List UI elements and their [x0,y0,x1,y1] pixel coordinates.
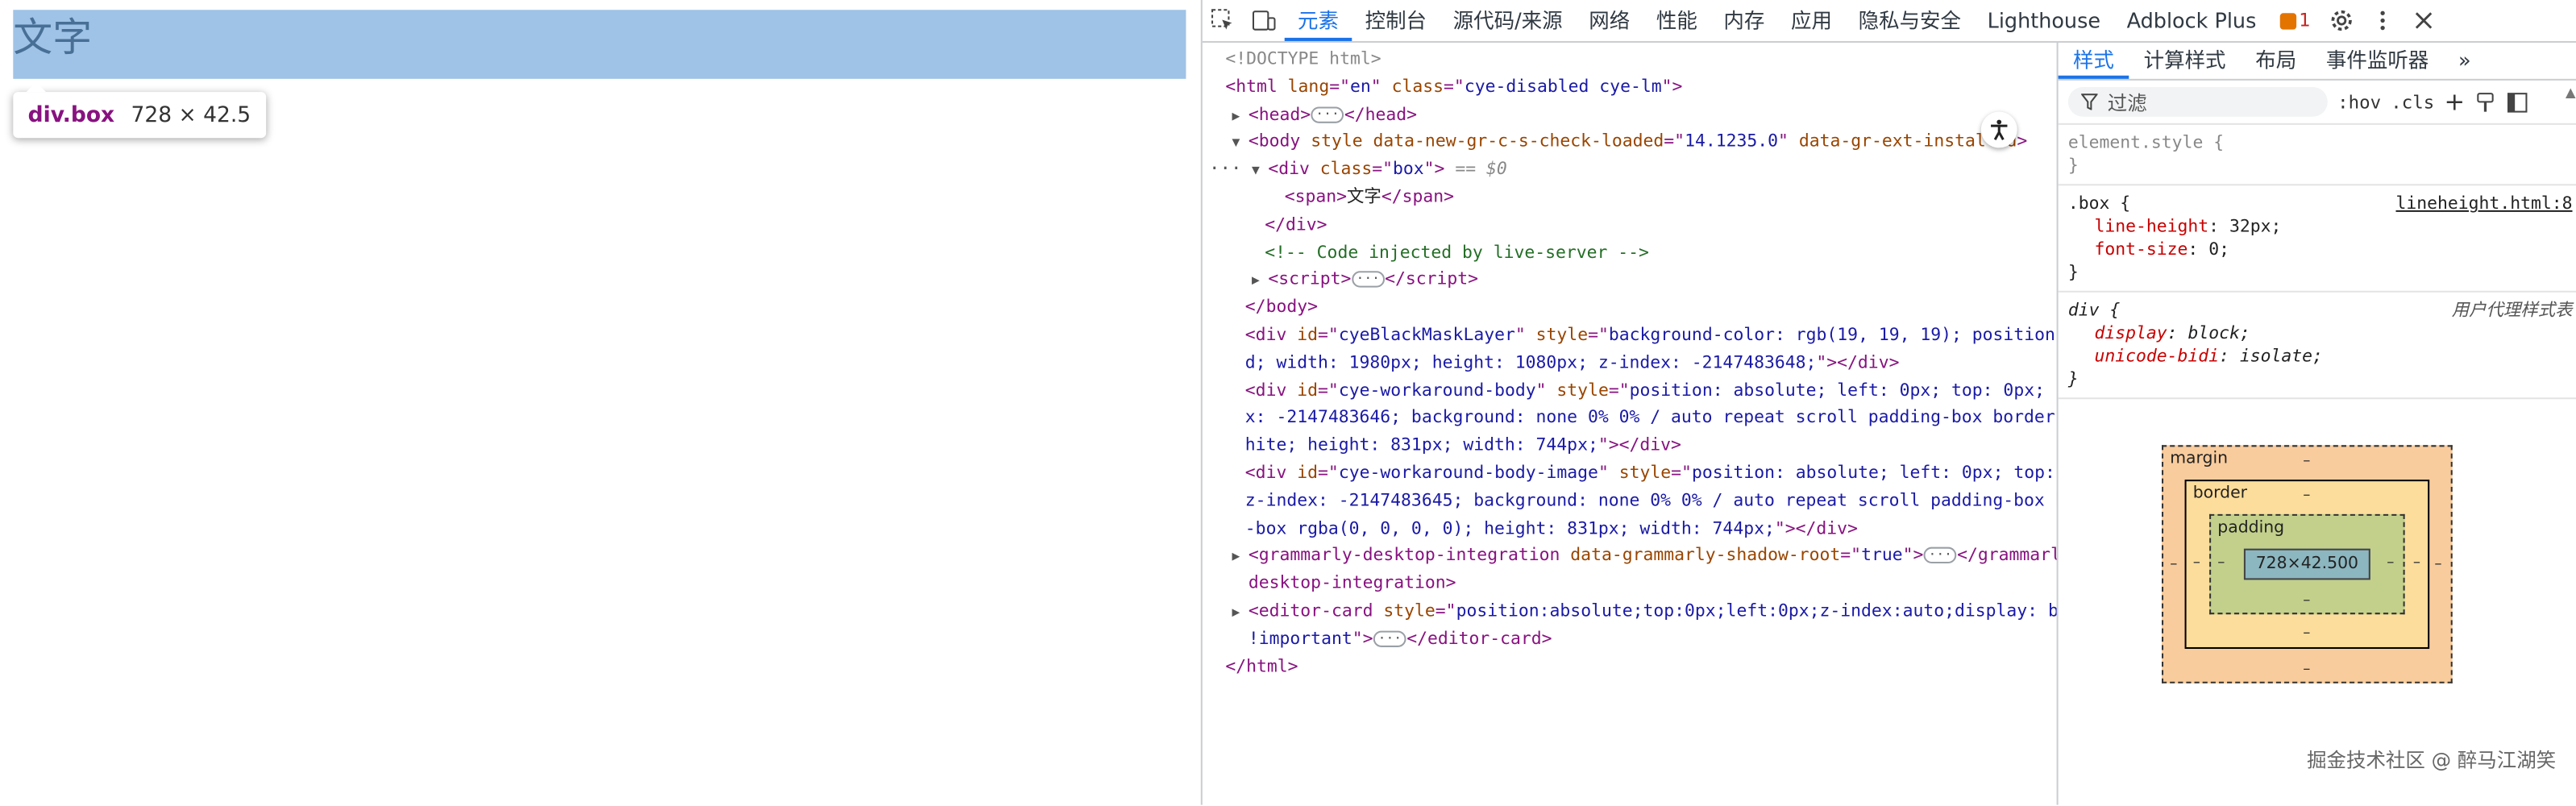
collapse-triangle-icon[interactable]: ▼ [1252,158,1268,185]
tab-sources[interactable]: 源代码/来源 [1440,0,1576,41]
tree-line-body-close[interactable]: </body> [1245,294,1318,322]
expand-triangle-icon[interactable]: ▶ [1232,103,1249,131]
issues-count: 1 [2299,10,2311,31]
box-model-diagram: margin – – – – border – – – – padding – … [2162,445,2453,683]
css-property-display: display: block; [2094,323,2250,343]
rule-div-user-agent[interactable]: div { 用户代理样式表 display: block; unicode-bi… [2058,293,2576,400]
inspect-element-icon[interactable] [1203,0,1244,41]
tooltip-arrow [26,81,47,93]
devtools-main-tabs: 元素 控制台 源代码/来源 网络 性能 内存 应用 隐私与安全 Lighthou… [1202,0,2576,43]
user-agent-stylesheet-label: 用户代理样式表 [2451,300,2573,321]
box-model-content-size: 728×42.500 [2255,555,2359,574]
issues-icon [2279,12,2296,29]
scroll-up-arrow-icon[interactable]: ▲ [2566,85,2576,100]
tree-line-span[interactable]: <span>文字</span> [1285,184,1454,211]
tree-line-mask-layer[interactable]: <div id="cyeBlackMaskLayer" style="backg… [1245,322,2057,349]
filter-icon [2081,93,2098,110]
tab-layout[interactable]: 布局 [2241,43,2312,79]
styles-pane: 样式 计算样式 布局 事件监听器 » 过滤 :hov .cls + elemen… [2056,42,2576,805]
tree-line-workaround-image-cont2[interactable]: -box rgba(0, 0, 0, 0); height: 831px; wi… [1245,515,1858,542]
tree-line-mask-layer-cont[interactable]: d; width: 1980px; height: 1080px; z-inde… [1245,350,1900,377]
inspected-page: 文字 div.box 728 × 42.5 [0,0,1201,805]
more-options-icon[interactable] [2362,0,2403,41]
devtools-panel: 元素 控制台 源代码/来源 网络 性能 内存 应用 隐私与安全 Lighthou… [1200,0,2576,805]
accessibility-icon [1991,119,2008,140]
styles-filter-row: 过滤 :hov .cls + [2058,81,2576,125]
tree-line-head[interactable]: ▶ <head> ··· </head> [1232,102,1418,131]
tooltip-tag: div.box [27,102,115,127]
more-actions-icon[interactable]: ··· [1209,156,1242,184]
tree-line-editor-card[interactable]: ▶ <editor-card style="position:absolute;t… [1232,598,2057,627]
styles-pane-tabs: 样式 计算样式 布局 事件监听器 » [2058,43,2576,81]
ellipsis-icon[interactable]: ··· [1311,106,1344,123]
tab-lighthouse[interactable]: Lighthouse [1974,0,2113,41]
paint-format-icon[interactable] [2474,91,2495,112]
tab-event-listeners[interactable]: 事件监听器 [2312,43,2444,79]
hover-state-toggle[interactable]: :hov [2337,91,2381,112]
tree-line-div-close[interactable]: </div> [1265,211,1327,239]
ellipsis-icon[interactable]: ··· [1373,630,1407,647]
ellipsis-icon[interactable]: ··· [1351,272,1386,289]
tree-line-grammarly-cont[interactable]: desktop-integration> [1249,571,1456,598]
tree-line-comment[interactable]: <!-- Code injected by live-server --> [1265,239,1649,267]
tab-memory[interactable]: 内存 [1710,0,1778,41]
styles-filter-input[interactable]: 过滤 [2067,87,2328,117]
expand-triangle-icon[interactable]: ▶ [1232,544,1249,571]
elements-tree[interactable]: <!DOCTYPE html> <html lang="en" class="c… [1203,43,2057,805]
rule-element-style[interactable]: element.style { } [2058,125,2576,186]
tree-line-html[interactable]: <html lang="en" class="cye-disabled cye-… [1225,73,1682,101]
tree-line-doctype[interactable]: <!DOCTYPE html> [1225,46,1381,73]
tab-styles[interactable]: 样式 [2058,43,2129,79]
tree-line-workaround-body-cont2[interactable]: hite; height: 831px; width: 744px;"></di… [1245,432,1681,459]
gear-icon[interactable] [2320,0,2362,41]
tab-console[interactable]: 控制台 [1352,0,1440,41]
close-icon[interactable] [2403,0,2444,41]
css-property-line-height[interactable]: line-height: 32px; [2068,215,2570,239]
rule-source-link[interactable]: lineheight.html:8 [2395,192,2572,215]
issues-badge[interactable]: 1 [2270,10,2320,31]
css-property-font-size[interactable]: font-size: 0; [2068,239,2570,262]
class-toggle[interactable]: .cls [2391,91,2434,112]
watermark: 掘金技术社区 @ 醉马江湖笑 [2307,749,2557,772]
element-tooltip: div.box 728 × 42.5 [13,81,266,139]
tab-performance[interactable]: 性能 [1643,0,1711,41]
rule-box[interactable]: .box { lineheight.html:8 line-height: 32… [2058,185,2576,293]
ellipsis-icon[interactable]: ··· [1923,547,1958,564]
box-model-content[interactable]: 728×42.500 [2243,548,2370,580]
tooltip-dimensions: 728 × 42.5 [131,102,251,127]
element-highlight-overlay [13,10,1186,79]
tab-network[interactable]: 网络 [1576,0,1643,41]
filter-placeholder: 过滤 [2107,91,2147,114]
tab-adblock-plus[interactable]: Adblock Plus [2113,0,2269,41]
expand-triangle-icon[interactable]: ▶ [1232,600,1249,627]
accessibility-tree-toggle[interactable] [1980,111,2017,148]
sidebar-toggle-icon[interactable] [2506,91,2527,112]
tab-application[interactable]: 应用 [1778,0,1846,41]
expand-triangle-icon[interactable]: ▶ [1252,268,1268,296]
device-toolbar-icon[interactable] [1244,0,1285,41]
tree-line-body[interactable]: ▼ <body style data-new-gr-c-s-check-loade… [1232,129,2028,158]
tree-line-workaround-body[interactable]: <div id="cye-workaround-body" style="pos… [1245,377,2057,405]
css-property-unicode-bidi: unicode-bidi: isolate; [2094,347,2323,367]
tree-line-workaround-image[interactable]: <div id="cye-workaround-body-image" styl… [1245,460,2057,488]
tab-computed[interactable]: 计算样式 [2129,43,2241,79]
tab-privacy-security[interactable]: 隐私与安全 [1845,0,1974,41]
new-style-rule-icon[interactable]: + [2445,87,2466,117]
tab-elements[interactable]: 元素 [1284,0,1352,41]
tree-line-grammarly[interactable]: ▶ <grammarly-desktop-integration data-gra… [1232,542,2057,571]
tree-line-editor-card-cont[interactable]: !important"> ··· </editor-card> [1249,625,1552,653]
tree-line-script[interactable]: ▶ <script> ··· </script> [1252,267,1478,296]
tree-line-html-close[interactable]: </html> [1225,653,1298,680]
tree-line-workaround-image-cont1[interactable]: z-index: -2147483645; background: none 0… [1245,488,2057,515]
more-tabs-chevron-icon[interactable]: » [2444,43,2486,79]
highlighted-span-text: 文字 [13,15,93,61]
collapse-triangle-icon[interactable]: ▼ [1232,131,1249,158]
tree-line-workaround-body-cont1[interactable]: x: -2147483646; background: none 0% 0% /… [1245,405,2057,432]
